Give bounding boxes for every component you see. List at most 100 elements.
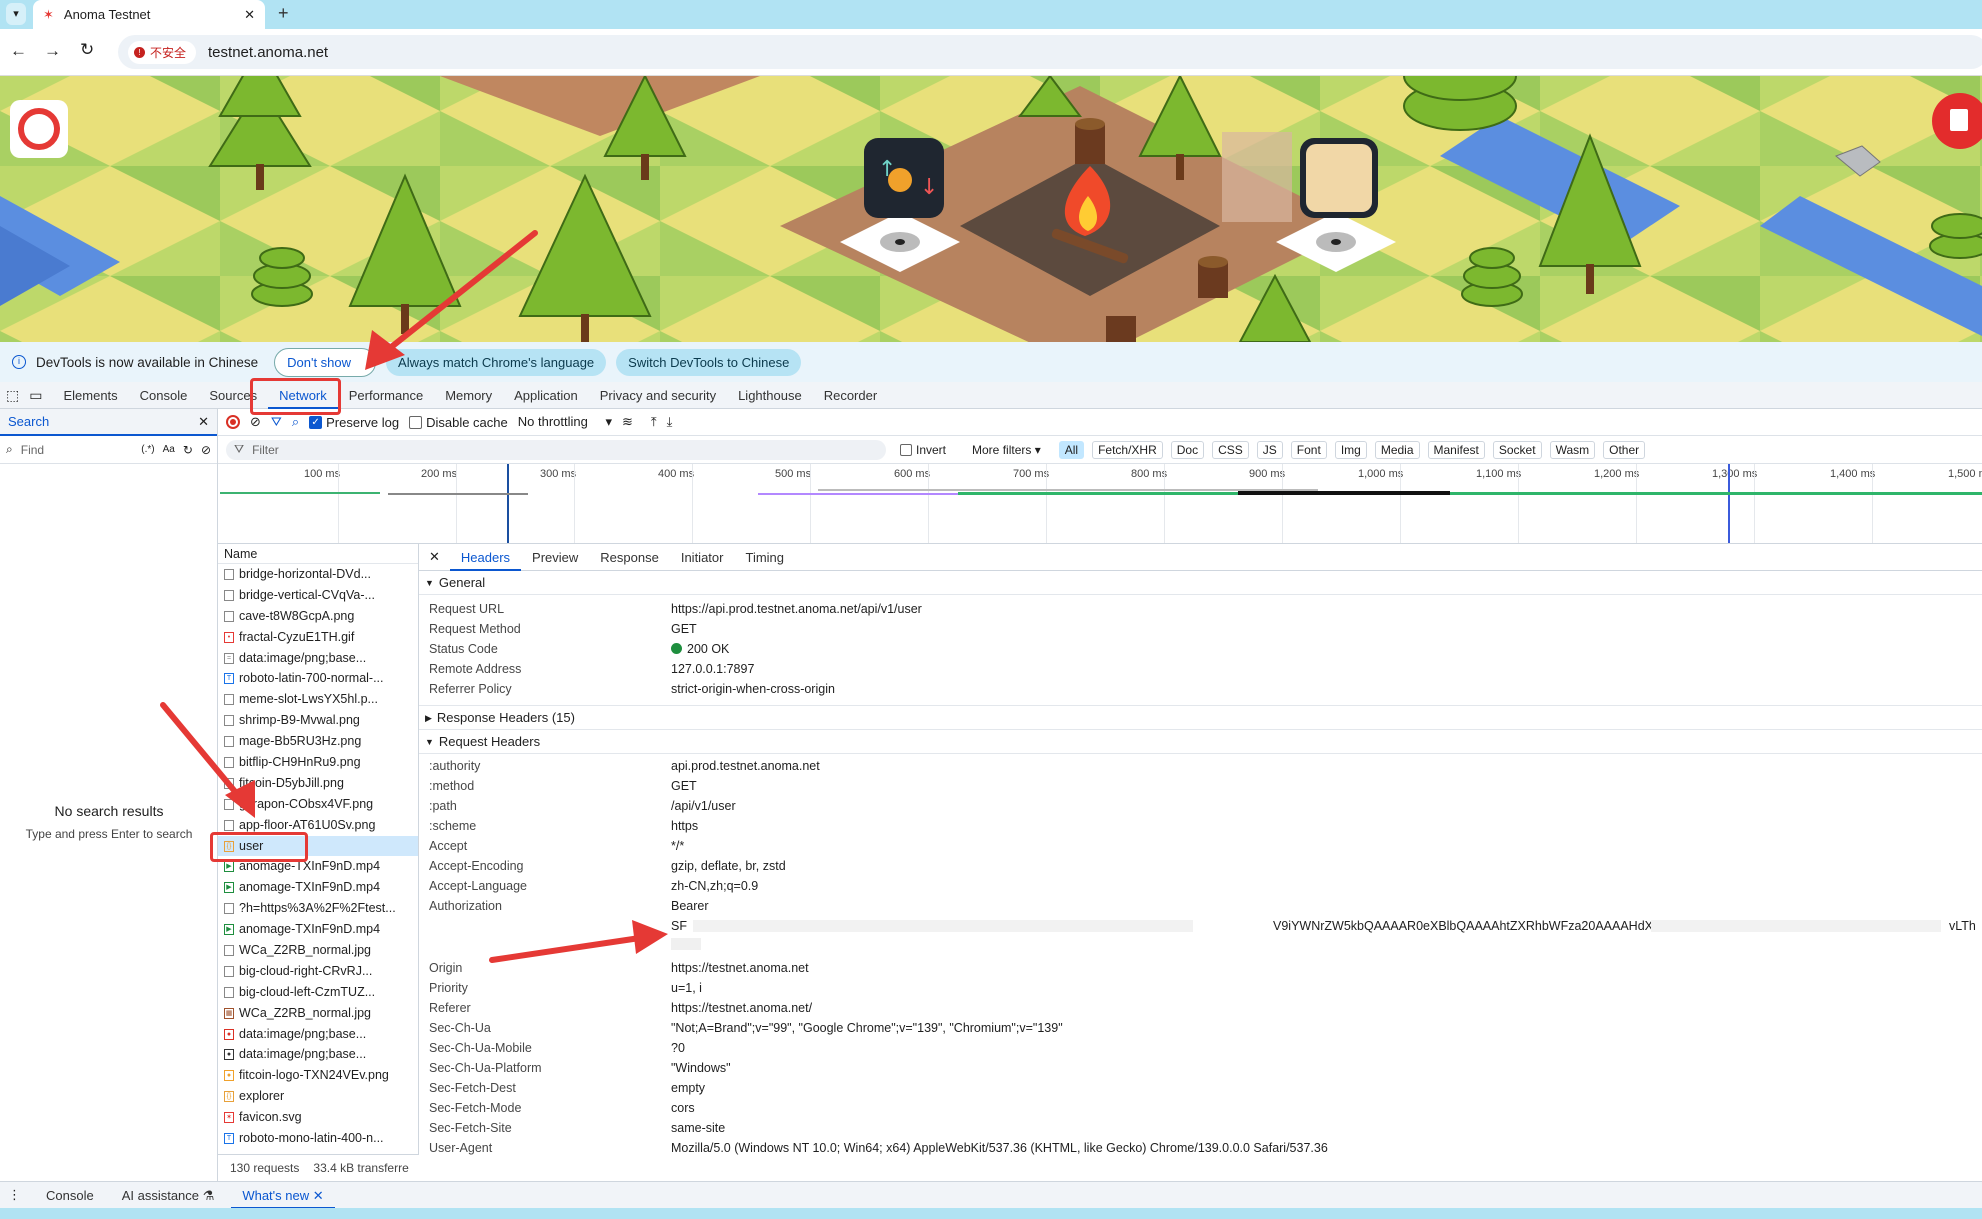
request-row[interactable]: fitcoin-D5ybJill.png [218,773,418,794]
request-row[interactable]: garapon-CObsx4VF.png [218,794,418,815]
name-column-header[interactable]: Name [218,544,418,564]
tab-recorder[interactable]: Recorder [813,382,888,409]
tab-elements[interactable]: Elements [52,382,128,409]
request-row[interactable]: ● fitcoin-logo-TXN24VEv.png [218,1065,418,1086]
flask-icon: ⚗ [202,1187,215,1203]
request-row[interactable]: Troboto-latin-700-normal-... [218,668,418,689]
filter-chip-img[interactable]: Img [1334,440,1367,459]
game-viewport[interactable]: ↑ ↓ [0,76,1982,342]
back-icon[interactable]: ← [10,41,27,61]
filter-chip-socket[interactable]: Socket [1492,440,1542,459]
find-input[interactable]: Find [21,443,134,457]
header-row: User-Agent Mozilla/5.0 (Windows NT 10.0; … [419,1138,1982,1158]
tab-performance[interactable]: Performance [338,382,434,409]
response-headers-section-header[interactable]: ▶ Response Headers (15) [419,706,1982,730]
request-row[interactable]: big-cloud-left-CzmTUZ... [218,982,418,1003]
browser-tab[interactable]: ✶ Anoma Testnet ✕ [33,0,265,29]
drawer-tab-whats-new[interactable]: What's new ✕ [231,1182,335,1209]
detail-tab-timing[interactable]: Timing [734,544,795,571]
network-timeline-overview[interactable]: 100 ms 200 ms 300 ms 400 ms 500 ms 600 m… [218,464,1982,544]
tab-memory[interactable]: Memory [434,382,503,409]
filter-chip-doc[interactable]: Doc [1170,440,1205,459]
not-secure-badge[interactable]: ! 不安全 [128,40,197,64]
request-row[interactable]: cave-t8W8GcpA.png [218,606,418,627]
request-headers-section-header[interactable]: ▼ Request Headers [419,730,1982,754]
drawer-tab-console[interactable]: Console [35,1182,105,1209]
request-row[interactable]: {} explorer [218,1086,418,1107]
request-row[interactable]: Troboto-mono-latin-400-n... [218,1128,418,1149]
record-icon[interactable] [226,415,240,429]
close-detail-icon[interactable]: ✕ [419,549,450,565]
invert-checkbox[interactable] [900,443,912,456]
request-row[interactable]: bridge-horizontal-DVd... [218,564,418,585]
request-row[interactable]: ✶ favicon.svg [218,1107,418,1128]
filter-chip-js[interactable]: JS [1256,440,1283,459]
search-network-icon[interactable]: ⌕ [292,414,299,430]
device-toolbar-icon[interactable]: ▭ [25,387,52,404]
tab-search-icon[interactable]: ▾ [6,3,26,25]
tab-privacy-security[interactable]: Privacy and security [589,382,727,409]
request-row[interactable]: meme-slot-LwsYX5hl.p... [218,689,418,710]
detail-tab-preview[interactable]: Preview [521,544,589,571]
filter-funnel-icon[interactable]: ⛛ [271,414,282,430]
preserve-log-checkbox[interactable]: ✓ [309,415,323,429]
request-row[interactable]: WCa_Z2RB_normal.jpg [218,940,418,961]
filter-input[interactable]: ⛛ Filter [226,439,886,460]
tab-console[interactable]: Console [129,382,199,409]
request-row[interactable]: ● data:image/png;base... [218,1024,418,1045]
export-har-icon[interactable]: ⤓ [667,414,673,430]
network-conditions-icon[interactable]: ≋ [622,414,633,430]
img-file-icon [224,568,234,580]
drawer-tab-ai-assistance[interactable]: AI assistance ⚗ [111,1182,226,1209]
reload-icon[interactable]: ↻ [80,40,94,60]
general-section-header[interactable]: ▼ General [419,571,1982,595]
filter-chip-all[interactable]: All [1058,440,1085,459]
disable-cache-checkbox[interactable] [409,415,423,429]
request-row[interactable]: ▶ anomage-TXInF9nD.mp4 [218,919,418,940]
request-row[interactable]: bridge-vertical-CVqVa-... [218,585,418,606]
detail-tab-initiator[interactable]: Initiator [670,544,735,571]
filter-chip-font[interactable]: Font [1290,440,1327,459]
close-search-icon[interactable]: ✕ [198,414,209,430]
filter-chip-fetch-xhr[interactable]: Fetch/XHR [1092,440,1163,459]
tab-lighthouse[interactable]: Lighthouse [727,382,813,409]
header-row: :scheme https [419,816,1982,836]
detail-tab-headers[interactable]: Headers [449,544,522,571]
request-row[interactable]: ▶ anomage-TXInF9nD.mp4 [218,877,418,898]
request-row[interactable]: ● data:image/png;base... [218,1044,418,1065]
request-row[interactable]: shrimp-B9-Mvwal.png [218,710,418,731]
close-whats-new-icon[interactable]: ✕ [313,1188,324,1203]
tab-application[interactable]: Application [503,382,589,409]
more-filters-dropdown[interactable]: More filters ▾ [972,443,1041,457]
tab-close-icon[interactable]: ✕ [244,7,255,23]
clear-search-icon[interactable]: ⊘ [201,443,211,457]
request-row[interactable]: = data:image/png;base... [218,648,418,669]
forward-icon[interactable]: → [44,41,61,61]
request-row[interactable]: big-cloud-right-CRvRJ... [218,961,418,982]
request-row[interactable]: ?h=https%3A%2F%2Ftest... [218,898,418,919]
filter-chip-other[interactable]: Other [1603,440,1646,459]
drawer-menu-icon[interactable]: ⋮ [0,1187,29,1203]
filter-chip-wasm[interactable]: Wasm [1549,440,1596,459]
regex-toggle-icon[interactable]: (.*) [141,444,154,455]
filter-chip-css[interactable]: CSS [1212,440,1249,459]
request-row[interactable]: bitflip-CH9HnRu9.png [218,752,418,773]
omnibox[interactable]: ! 不安全 testnet.anoma.net [118,35,1982,69]
always-match-language-button[interactable]: Always match Chrome's language [386,348,607,376]
throttling-select[interactable]: No throttling ▾ [518,414,612,430]
refresh-search-icon[interactable]: ↻ [183,443,193,457]
detail-tab-response[interactable]: Response [589,544,670,571]
request-row[interactable]: • fractal-CyzuE1TH.gif [218,627,418,648]
switch-devtools-chinese-button[interactable]: Switch DevTools to Chinese [616,348,802,376]
filter-chip-manifest[interactable]: Manifest [1427,440,1485,459]
match-case-icon[interactable]: Aa [163,444,175,455]
new-tab-icon[interactable]: + [278,3,289,24]
clear-log-icon[interactable]: ⊘ [250,414,261,430]
filter-chip-media[interactable]: Media [1374,440,1420,459]
inspect-element-icon[interactable]: ⬚ [0,387,25,404]
disable-cache-label: Disable cache [426,414,508,430]
request-row[interactable]: ▦ WCa_Z2RB_normal.jpg [218,1003,418,1024]
request-row[interactable]: mage-Bb5RU3Hz.png [218,731,418,752]
dont-show-button[interactable]: Don't show [274,347,377,377]
import-har-icon[interactable]: ⤒ [651,414,657,430]
